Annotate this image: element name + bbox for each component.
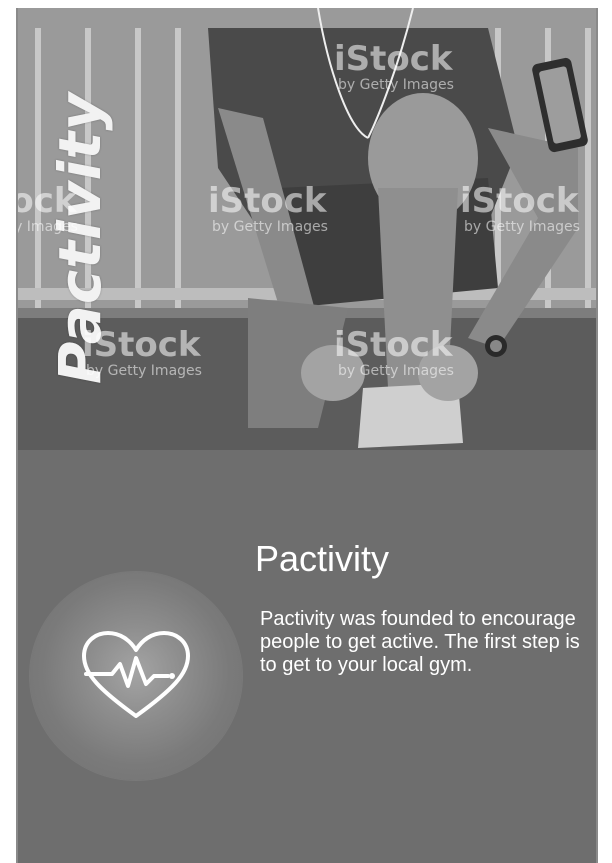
app-screen: Pactivity iStock by Getty Images iStock … [16, 8, 598, 863]
heart-badge [30, 572, 242, 780]
brand-logo-vertical: Pactivity [46, 91, 114, 385]
content-section: Pactivity Pactivity was founded to encou… [18, 450, 596, 863]
hero-image: Pactivity iStock by Getty Images iStock … [18, 8, 596, 450]
page-title: Pactivity [255, 538, 390, 579]
heart-pulse-icon [82, 631, 190, 718]
description-text: Pactivity was founded to encourage peopl… [260, 608, 580, 676]
